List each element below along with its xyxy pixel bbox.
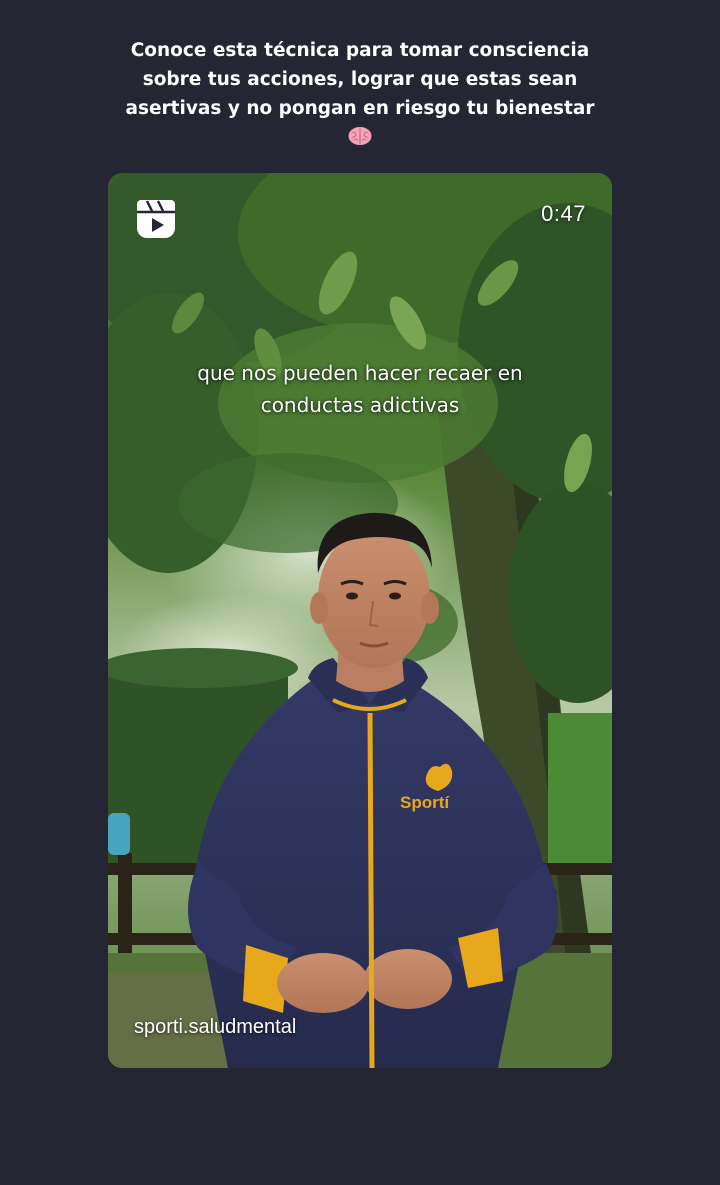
jacket-logo-text: Sportí	[400, 793, 450, 812]
video-subtitle: que nos pueden hacer recaer en conductas…	[108, 357, 612, 421]
jacket-zipper	[367, 712, 375, 1068]
subtitle-line-2: conductas adictivas	[260, 393, 460, 417]
blue-object	[108, 813, 130, 855]
brain-emoji-icon	[348, 127, 372, 145]
reels-icon[interactable]	[134, 197, 178, 241]
hedge-right	[548, 713, 612, 873]
person-eye-right	[389, 592, 401, 600]
video-frame: Sportí	[108, 173, 612, 1068]
caption-line-3: asertivas y no pongan en riesgo tu biene…	[125, 98, 595, 119]
person-ear-right	[421, 592, 439, 624]
caption-line-1: Conoce esta técnica para tomar conscienc…	[130, 40, 590, 61]
reel-username[interactable]: sporti.saludmental	[134, 1016, 296, 1039]
left-hand	[277, 953, 369, 1013]
subtitle-line-1: que nos pueden hacer recaer en	[197, 361, 523, 385]
reel-preview-card[interactable]: Sportí 0:47 que nos pueden hacer recaer …	[108, 173, 612, 1068]
person-ear-left	[310, 592, 328, 624]
story-view: Conoce esta técnica para tomar conscienc…	[0, 0, 720, 1185]
right-hand	[364, 949, 452, 1009]
person-eye-left	[346, 592, 358, 600]
story-caption: Conoce esta técnica para tomar conscienc…	[100, 36, 620, 156]
caption-line-2: sobre tus acciones, lograr que estas sea…	[142, 69, 578, 90]
video-duration: 0:47	[541, 201, 586, 226]
